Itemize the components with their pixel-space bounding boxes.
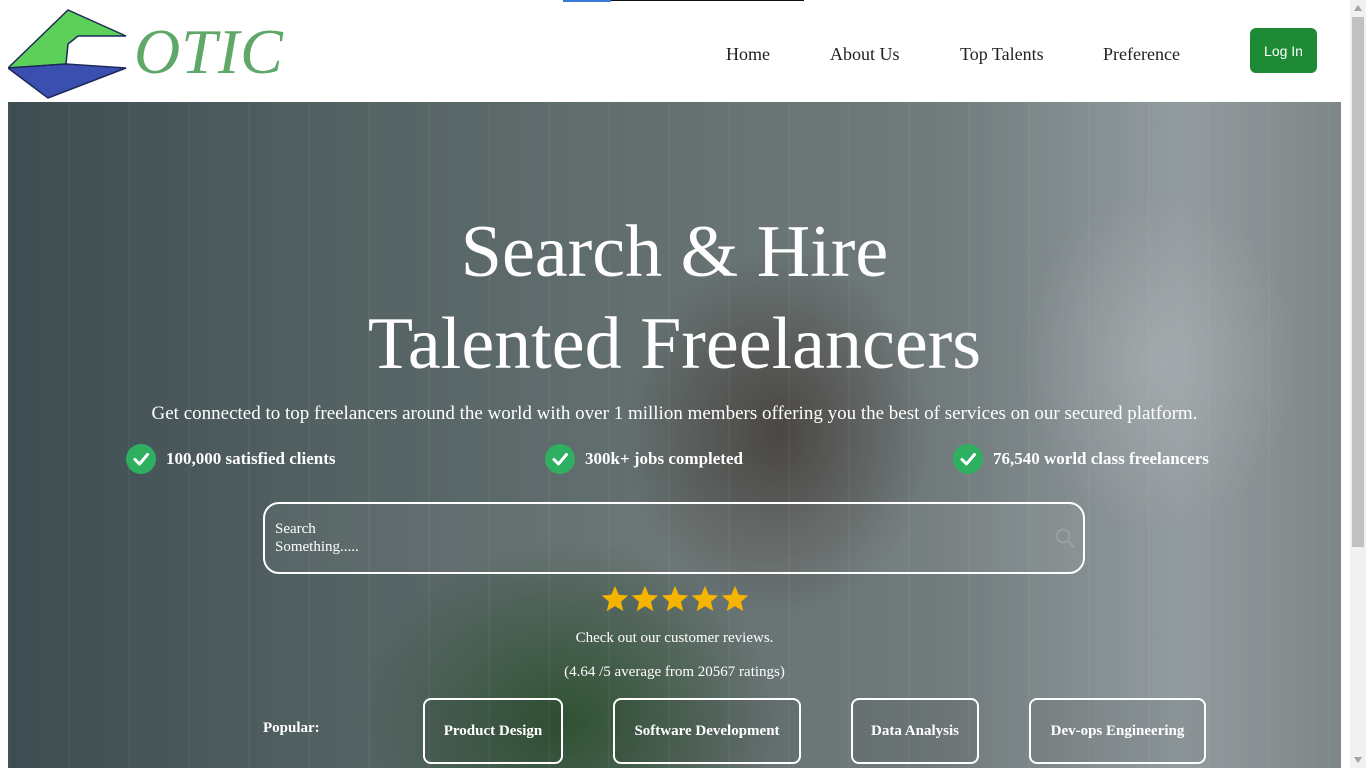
nav-home[interactable]: Home xyxy=(726,44,770,65)
stat-satisfied-clients: 100,000 satisfied clients xyxy=(126,444,336,474)
popular-tag-software-development[interactable]: Software Development xyxy=(613,698,801,764)
check-circle-icon xyxy=(545,444,575,474)
star-icon xyxy=(631,585,659,612)
popular-tag-product-design[interactable]: Product Design xyxy=(423,698,563,764)
star-icon xyxy=(691,585,719,612)
hero-title: Search & Hire Talented Freelancers xyxy=(8,206,1341,390)
check-circle-icon xyxy=(126,444,156,474)
nav-about-us[interactable]: About Us xyxy=(830,44,900,65)
star-icon xyxy=(661,585,689,612)
search-bar xyxy=(263,502,1085,574)
rating-stars xyxy=(600,584,750,614)
star-icon xyxy=(721,585,749,612)
hero-title-line2: Talented Freelancers xyxy=(367,303,982,385)
popular-tag-devops-engineering[interactable]: Dev-ops Engineering xyxy=(1029,698,1206,764)
stat-jobs-completed: 300k+ jobs completed xyxy=(545,444,743,474)
scroll-up-arrow-icon[interactable] xyxy=(1350,0,1366,16)
page-scrollbar[interactable] xyxy=(1350,0,1366,768)
logo-text: OTIC xyxy=(134,16,284,87)
stat-text: 76,540 world class freelancers xyxy=(993,449,1209,468)
customer-reviews-link[interactable]: Check out our customer reviews. xyxy=(8,630,1341,647)
popular-tag-data-analysis[interactable]: Data Analysis xyxy=(851,698,979,764)
search-icon[interactable] xyxy=(1053,526,1077,550)
scroll-down-arrow-icon[interactable] xyxy=(1350,752,1366,768)
star-icon xyxy=(601,585,629,612)
brand-logo[interactable]: OTIC xyxy=(5,6,283,100)
site-header: OTIC Home About Us Top Talents Preferenc… xyxy=(0,0,1350,102)
login-button[interactable]: Log In xyxy=(1250,28,1317,73)
stat-text: 100,000 satisfied clients xyxy=(166,449,336,468)
search-input[interactable] xyxy=(275,520,375,560)
popular-label: Popular: xyxy=(263,720,320,736)
hero-title-line1: Search & Hire xyxy=(460,211,889,293)
rating-summary: (4.64 /5 average from 20567 ratings) xyxy=(564,664,785,680)
stat-freelancers: 76,540 world class freelancers xyxy=(953,444,1209,474)
hero-subtitle: Get connected to top freelancers around … xyxy=(151,403,1198,424)
check-circle-icon xyxy=(953,444,983,474)
nav-top-talents[interactable]: Top Talents xyxy=(960,44,1044,65)
top-progress-accent xyxy=(563,0,611,2)
scroll-thumb[interactable] xyxy=(1352,17,1364,547)
hero-section: Search & Hire Talented Freelancers Get c… xyxy=(8,102,1341,768)
nav-preference[interactable]: Preference xyxy=(1103,44,1180,65)
stat-text: 300k+ jobs completed xyxy=(585,449,743,468)
